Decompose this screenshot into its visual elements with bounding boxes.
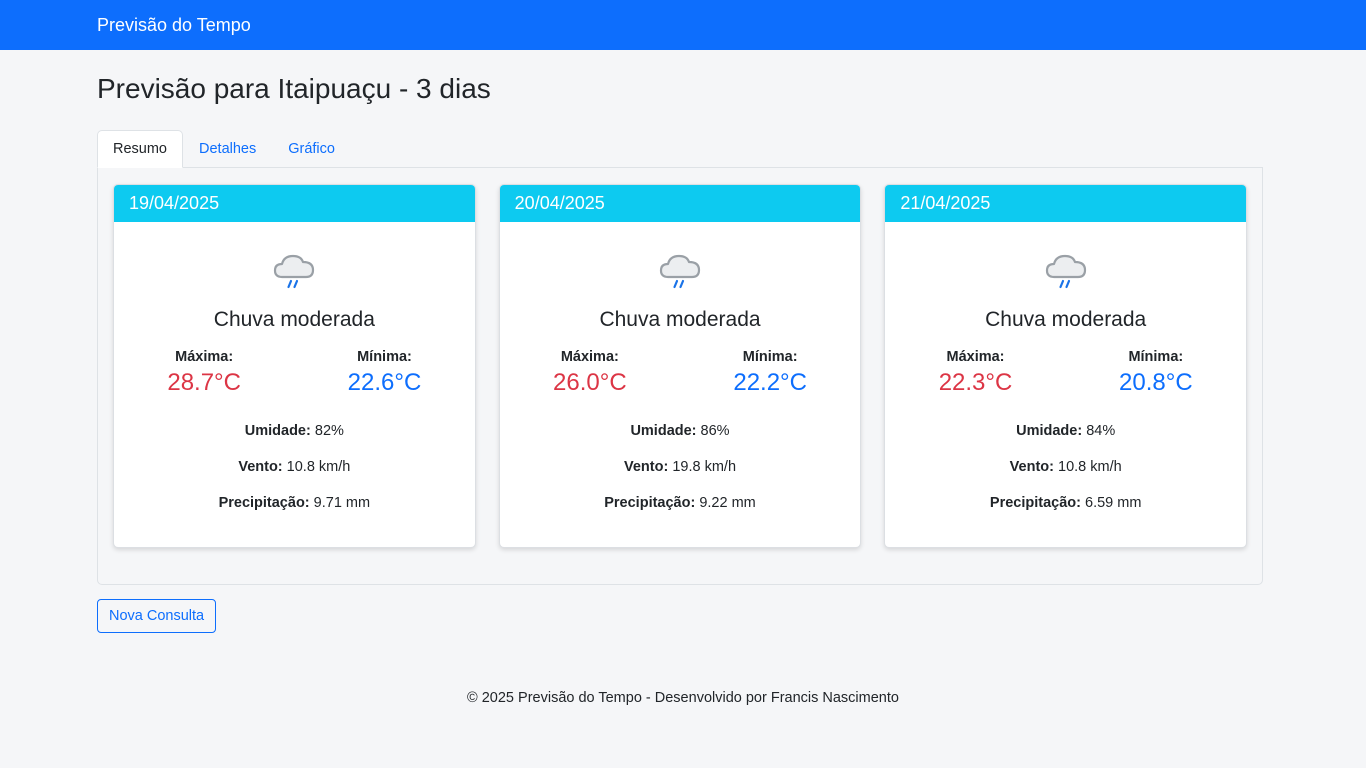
max-temp-col: Máxima: 28.7°C (114, 347, 294, 399)
condition-text: Chuva moderada (985, 308, 1147, 331)
max-temp-value: 22.3°C (938, 369, 1013, 396)
wind-label: Vento: (1009, 459, 1054, 475)
humidity-value: 84% (1086, 423, 1116, 439)
min-temp-value: 22.2°C (733, 369, 807, 396)
precip-stat: Precipitação: 9.22 mm (500, 493, 861, 513)
rain-cloud-icon (1045, 254, 1086, 289)
temps-row: Máxima: 28.7°C Mínima: 22.6°C (114, 347, 475, 399)
temps-row: Máxima: 22.3°C Mínima: 20.8°C (885, 347, 1246, 399)
precip-label: Precipitação: (218, 495, 310, 511)
min-temp-label: Mínima: (1128, 349, 1184, 365)
humidity-stat: Umidade: 82% (114, 421, 475, 441)
tab-bar: Resumo Detalhes Gráfico (97, 130, 1263, 168)
humidity-value: 86% (700, 423, 730, 439)
rain-cloud-icon (274, 254, 315, 289)
min-temp-col: Mínima: 22.6°C (294, 347, 474, 399)
humidity-label: Umidade: (1016, 423, 1083, 439)
precip-stat: Precipitação: 9.71 mm (114, 493, 475, 513)
max-temp-col: Máxima: 26.0°C (500, 347, 680, 399)
card-body: Chuva moderada Máxima: 22.3°C Mínima: 20… (885, 250, 1246, 513)
tab-panel-resumo: 19/04/2025 Chuva moderada Máxima: 28.7°C… (97, 168, 1263, 585)
max-temp-label: Máxima: (946, 349, 1005, 365)
humidity-label: Umidade: (630, 423, 697, 439)
humidity-stat: Umidade: 84% (885, 421, 1246, 441)
max-temp-value: 28.7°C (167, 369, 241, 396)
forecast-card: 20/04/2025 Chuva moderada Máxima: 26.0°C… (498, 184, 862, 548)
card-body: Chuva moderada Máxima: 26.0°C Mínima: 22… (500, 250, 861, 513)
wind-value: 10.8 km/h (286, 459, 351, 475)
navbar: Previsão do Tempo (0, 0, 1366, 50)
precip-label: Precipitação: (604, 495, 696, 511)
wind-value: 19.8 km/h (672, 459, 737, 475)
card-date: 21/04/2025 (885, 185, 1247, 222)
min-temp-value: 22.6°C (347, 369, 422, 396)
main-container: Previsão para Itaipuaçu - 3 dias Resumo … (97, 50, 1263, 633)
min-temp-col: Mínima: 20.8°C (1066, 347, 1246, 399)
condition-text: Chuva moderada (213, 308, 375, 331)
footer-text: © 2025 Previsão do Tempo - Desenvolvido … (467, 690, 899, 706)
card-date: 20/04/2025 (499, 185, 861, 222)
page-title: Previsão para Itaipuaçu - 3 dias (97, 73, 491, 104)
wind-stat: Vento: 10.8 km/h (114, 457, 475, 477)
card-body: Chuva moderada Máxima: 28.7°C Mínima: 22… (114, 250, 475, 513)
condition-text: Chuva moderada (599, 308, 761, 331)
navbar-brand[interactable]: Previsão do Tempo (97, 15, 251, 36)
temps-row: Máxima: 26.0°C Mínima: 22.2°C (500, 347, 861, 399)
humidity-value: 82% (314, 423, 344, 439)
precip-label: Precipitação: (989, 495, 1081, 511)
max-temp-label: Máxima: (560, 349, 619, 365)
max-temp-col: Máxima: 22.3°C (885, 347, 1065, 399)
max-temp-label: Máxima: (175, 349, 234, 365)
tab-grafico[interactable]: Gráfico (272, 130, 351, 168)
card-date: 19/04/2025 (114, 185, 475, 222)
precip-value: 9.22 mm (699, 495, 756, 511)
humidity-label: Umidade: (244, 423, 311, 439)
min-temp-value: 20.8°C (1119, 369, 1193, 396)
rain-cloud-icon (659, 254, 701, 289)
tab-resumo[interactable]: Resumo (97, 130, 183, 168)
wind-label: Vento: (238, 459, 283, 475)
max-temp-value: 26.0°C (553, 369, 627, 396)
min-temp-label: Mínima: (742, 349, 798, 365)
precip-stat: Precipitação: 6.59 mm (885, 493, 1246, 513)
precip-value: 9.71 mm (313, 495, 371, 511)
humidity-stat: Umidade: 86% (500, 421, 861, 441)
forecast-card: 19/04/2025 Chuva moderada Máxima: 28.7°C… (113, 184, 476, 548)
min-temp-label: Mínima: (357, 349, 412, 365)
forecast-card: 21/04/2025 Chuva moderada Máxima: 22.3°C… (884, 184, 1248, 548)
wind-stat: Vento: 10.8 km/h (885, 457, 1246, 477)
wind-value: 10.8 km/h (1058, 459, 1122, 475)
tab-detalhes[interactable]: Detalhes (183, 130, 272, 168)
precip-value: 6.59 mm (1085, 495, 1142, 511)
min-temp-col: Mínima: 22.2°C (680, 347, 860, 399)
new-query-button[interactable]: Nova Consulta (97, 599, 217, 633)
wind-stat: Vento: 19.8 km/h (500, 457, 861, 477)
wind-label: Vento: (624, 459, 669, 475)
